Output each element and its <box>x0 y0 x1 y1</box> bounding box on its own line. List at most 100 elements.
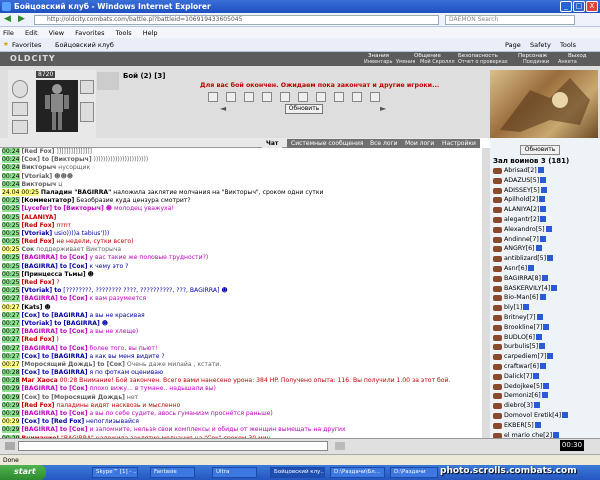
right-arrow-icon[interactable]: ► <box>380 104 386 113</box>
info-icon[interactable] <box>533 372 540 379</box>
info-icon[interactable] <box>533 402 540 409</box>
message-author[interactable]: [Vtoriak] to <box>22 287 62 294</box>
user-name[interactable]: Domovol Eretik[4] <box>504 412 561 419</box>
info-icon[interactable] <box>539 343 546 350</box>
user-name[interactable]: ADAZUS[5] <box>504 177 539 184</box>
info-icon[interactable] <box>539 196 546 203</box>
hit-slot[interactable] <box>262 92 272 102</box>
user-list-item[interactable]: Asnr[6] <box>490 264 600 274</box>
info-icon[interactable] <box>540 186 547 193</box>
tab-chat[interactable]: Чат <box>262 139 283 148</box>
user-name[interactable]: alegantr[2] <box>504 216 539 223</box>
browser-tab[interactable]: Бойцовский клуб <box>55 41 114 49</box>
user-list-item[interactable]: Alexandro[5] <box>490 225 600 235</box>
refresh-userlist-button[interactable]: Обновить <box>520 145 560 155</box>
user-name[interactable]: carpediem[7] <box>504 353 546 360</box>
subnav-fights[interactable]: Поединки <box>523 59 549 65</box>
user-list-item[interactable]: Dedojkee[5] <box>490 382 600 392</box>
message-author[interactable]: [Lycefer] to [Викторыч] <box>22 205 104 212</box>
user-name[interactable]: Demoniz[6] <box>504 392 541 399</box>
info-icon[interactable] <box>540 215 547 222</box>
message-author[interactable]: Викторыч <box>22 164 57 171</box>
user-list-item[interactable]: ALANIYA[2] <box>490 205 600 215</box>
user-name[interactable]: bly[1] <box>504 304 522 311</box>
info-icon[interactable] <box>540 176 547 183</box>
info-icon[interactable] <box>545 225 552 232</box>
tools-menu[interactable]: Tools <box>560 41 576 49</box>
info-icon[interactable] <box>528 264 535 271</box>
user-name[interactable]: Brookline[7] <box>504 324 542 331</box>
user-name[interactable]: Dedojkee[5] <box>504 383 542 390</box>
info-icon[interactable] <box>539 294 546 301</box>
address-bar[interactable]: http://oldcity.combats.com/battle.pl?bat… <box>34 15 439 25</box>
back-icon[interactable]: ◀ <box>4 14 11 24</box>
user-name[interactable]: burbulis[5] <box>504 343 538 350</box>
tab-settings[interactable]: Настройки <box>438 139 480 148</box>
user-name[interactable]: Abrisad[2] <box>504 167 537 174</box>
chat-menu-icon[interactable] <box>5 442 15 450</box>
menu-view[interactable]: View <box>49 29 64 37</box>
weapon-slot[interactable] <box>12 102 28 116</box>
user-name[interactable]: diebro[3] <box>504 402 533 409</box>
user-list-item[interactable]: bly[1] <box>490 303 600 313</box>
info-icon[interactable] <box>543 382 550 389</box>
message-author[interactable]: [Комментатор] <box>22 197 75 204</box>
message-author[interactable]: [Сок] to [BAGIRRA] <box>22 369 88 376</box>
info-icon[interactable] <box>534 421 541 428</box>
message-author[interactable]: [Сок] to [Моросящий Дождь] <box>22 394 125 401</box>
info-icon[interactable] <box>535 245 542 252</box>
taskbar-item-combats[interactable]: Бойцовский клу... <box>270 467 325 478</box>
safety-menu[interactable]: Safety <box>530 41 551 49</box>
tab-all-logs[interactable]: Все логи <box>366 139 402 148</box>
message-author[interactable]: [Red Fox] <box>22 402 55 409</box>
shield-slot[interactable] <box>80 102 94 122</box>
user-list-item[interactable]: craftwar[6] <box>490 362 600 372</box>
minimize-button[interactable]: _ <box>560 1 572 12</box>
user-list-item[interactable]: BUDLO[6] <box>490 333 600 343</box>
menu-tools[interactable]: Tools <box>116 29 132 37</box>
taskbar-item-fantasie[interactable]: Fantasie <box>150 467 195 478</box>
user-list-item[interactable]: diebro[3] <box>490 401 600 411</box>
info-icon[interactable] <box>541 274 548 281</box>
info-icon[interactable] <box>540 206 547 213</box>
info-icon[interactable] <box>553 431 560 438</box>
maximize-button[interactable]: □ <box>573 1 585 12</box>
refresh-fight-button[interactable]: Обновить <box>285 104 323 114</box>
user-name[interactable]: BASKERVILY[4] <box>504 285 550 292</box>
message-author[interactable]: [Сок] to [Red Fox] <box>22 418 85 425</box>
user-name[interactable]: Alexandro[5] <box>504 226 545 233</box>
message-author[interactable]: [Red Fox] <box>22 279 55 286</box>
message-author[interactable]: Сок <box>22 246 35 253</box>
user-list-item[interactable]: Demoniz[6] <box>490 391 600 401</box>
message-author[interactable]: [Red Fox] <box>22 238 55 245</box>
user-name[interactable]: Bio-Man[6] <box>504 294 539 301</box>
user-name[interactable]: BAGIRRA[8] <box>504 275 541 282</box>
user-name[interactable]: BUDLO[6] <box>504 334 535 341</box>
message-author[interactable]: Маг Хаоса <box>22 377 58 384</box>
armor-slot[interactable] <box>12 120 28 134</box>
message-author[interactable]: [BAGIRRA] to [Сок] <box>22 254 88 261</box>
message-author[interactable]: [BAGIRRA] to [Сок] <box>22 426 88 433</box>
message-author[interactable]: [Сок] to [Викторыч] <box>22 156 92 163</box>
tab-system[interactable]: Системные сообщения <box>287 139 368 148</box>
message-author[interactable]: [Vtoriak] <box>22 173 53 180</box>
chat-scrollbar[interactable] <box>482 148 490 438</box>
favorites-button[interactable]: Favorites <box>12 41 41 49</box>
start-button[interactable]: start <box>0 465 46 480</box>
user-list-item[interactable]: carpediem[7] <box>490 352 600 362</box>
user-name[interactable]: Apilhold[2] <box>504 196 538 203</box>
info-icon[interactable] <box>551 284 558 291</box>
forward-icon[interactable]: ▶ <box>18 14 25 24</box>
block-slot[interactable] <box>352 92 362 102</box>
user-list-item[interactable]: alegantr[2] <box>490 215 600 225</box>
taskbar-item-folder2[interactable]: D:\Раздачи <box>390 467 438 478</box>
message-author[interactable]: Викторыч <box>22 181 57 188</box>
user-name[interactable]: Asnr[6] <box>504 265 527 272</box>
info-icon[interactable] <box>547 353 554 360</box>
menu-file[interactable]: File <box>3 29 14 37</box>
user-list-item[interactable]: el mario che[2] <box>490 431 600 438</box>
user-name[interactable]: EKBER[5] <box>504 422 534 429</box>
helmet-slot[interactable] <box>12 80 28 98</box>
message-author[interactable]: [Принцесса Тьмы] <box>22 271 86 278</box>
user-list-item[interactable]: BAGIRRA[8] <box>490 274 600 284</box>
